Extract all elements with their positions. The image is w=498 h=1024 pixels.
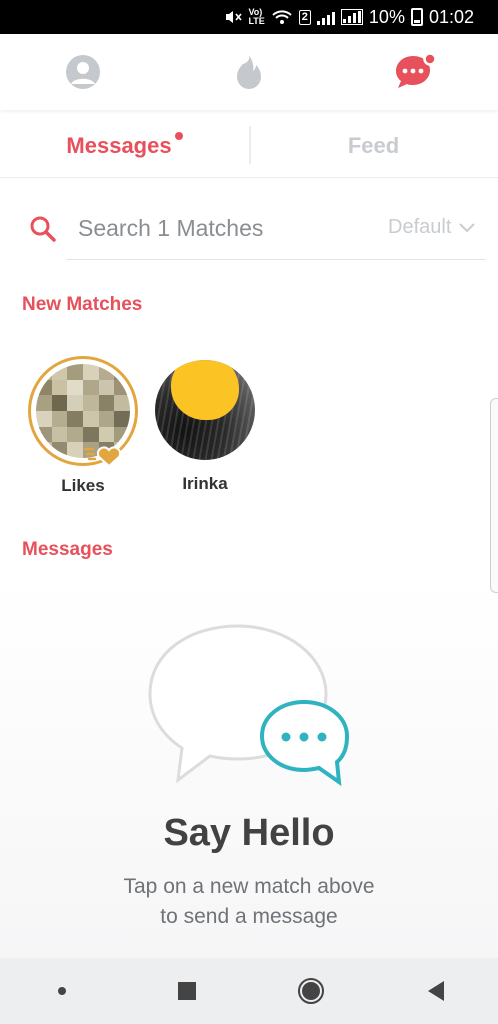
home-icon <box>298 978 325 1004</box>
irinka-label: Irinka <box>182 474 228 493</box>
discover-nav-button[interactable] <box>166 34 332 110</box>
tab-feed[interactable]: Feed <box>249 114 498 177</box>
clock: 01:02 <box>428 6 474 27</box>
wifi-icon <box>272 10 292 24</box>
messages-nav-button[interactable] <box>332 34 498 110</box>
search-row: Default <box>0 198 498 260</box>
tab-feed-label: Feed <box>347 132 400 158</box>
profile-icon <box>66 55 100 89</box>
chevron-down-icon <box>459 222 476 232</box>
battery-icon <box>410 8 423 26</box>
sim-badge: 2 <box>298 9 311 25</box>
flame-icon <box>237 55 261 89</box>
edge-panel-handle[interactable] <box>490 398 498 593</box>
new-matches-title: New Matches <box>22 294 143 315</box>
tab-divider <box>249 126 251 164</box>
recents-icon <box>177 982 196 1000</box>
recents-button[interactable] <box>157 961 217 1021</box>
mute-icon <box>226 11 243 23</box>
profile-nav-button[interactable] <box>0 34 166 110</box>
tab-messages-label: Messages <box>66 132 172 158</box>
irinka-avatar <box>155 360 255 460</box>
match-irinka[interactable]: Irinka <box>150 360 260 494</box>
status-bar: Vo) LTE 2 10% 01:02 <box>0 0 498 34</box>
likes-avatar <box>28 356 138 467</box>
signal-icon <box>316 9 335 25</box>
likes-heart-icon <box>83 446 122 467</box>
status-icons: Vo) LTE 2 <box>224 7 363 26</box>
sort-dropdown[interactable]: Default <box>388 216 476 239</box>
message-tabs: Messages Feed <box>0 114 498 178</box>
dot-icon <box>58 987 67 995</box>
sort-value: Default <box>388 216 452 238</box>
top-navigation <box>0 34 498 110</box>
signal-icon-2 <box>340 9 363 25</box>
hint-line-1: Tap on a new match above <box>123 875 375 898</box>
home-button[interactable] <box>281 961 341 1021</box>
speech-bubbles-icon <box>148 624 350 787</box>
unread-dot <box>174 131 183 140</box>
system-navigation-bar <box>0 958 498 1024</box>
face-cover <box>171 360 239 420</box>
hint-line-2: to send a message <box>160 905 338 928</box>
likes-label: Likes <box>61 476 105 495</box>
messages-section-title: Messages <box>22 539 113 560</box>
tab-messages[interactable]: Messages <box>0 114 249 177</box>
search-icon <box>30 216 56 242</box>
back-button[interactable] <box>406 961 466 1021</box>
empty-state-title: Say Hello <box>163 812 335 854</box>
chat-icon <box>396 52 437 88</box>
nav-dot-button[interactable] <box>32 961 92 1021</box>
volte-icon: Vo) LTE <box>248 7 265 26</box>
match-likes[interactable]: Likes <box>28 356 138 496</box>
empty-state-hint: Tap on a new match above to send a messa… <box>60 872 438 932</box>
back-icon <box>427 981 444 1001</box>
battery-percent: 10% <box>368 6 405 27</box>
